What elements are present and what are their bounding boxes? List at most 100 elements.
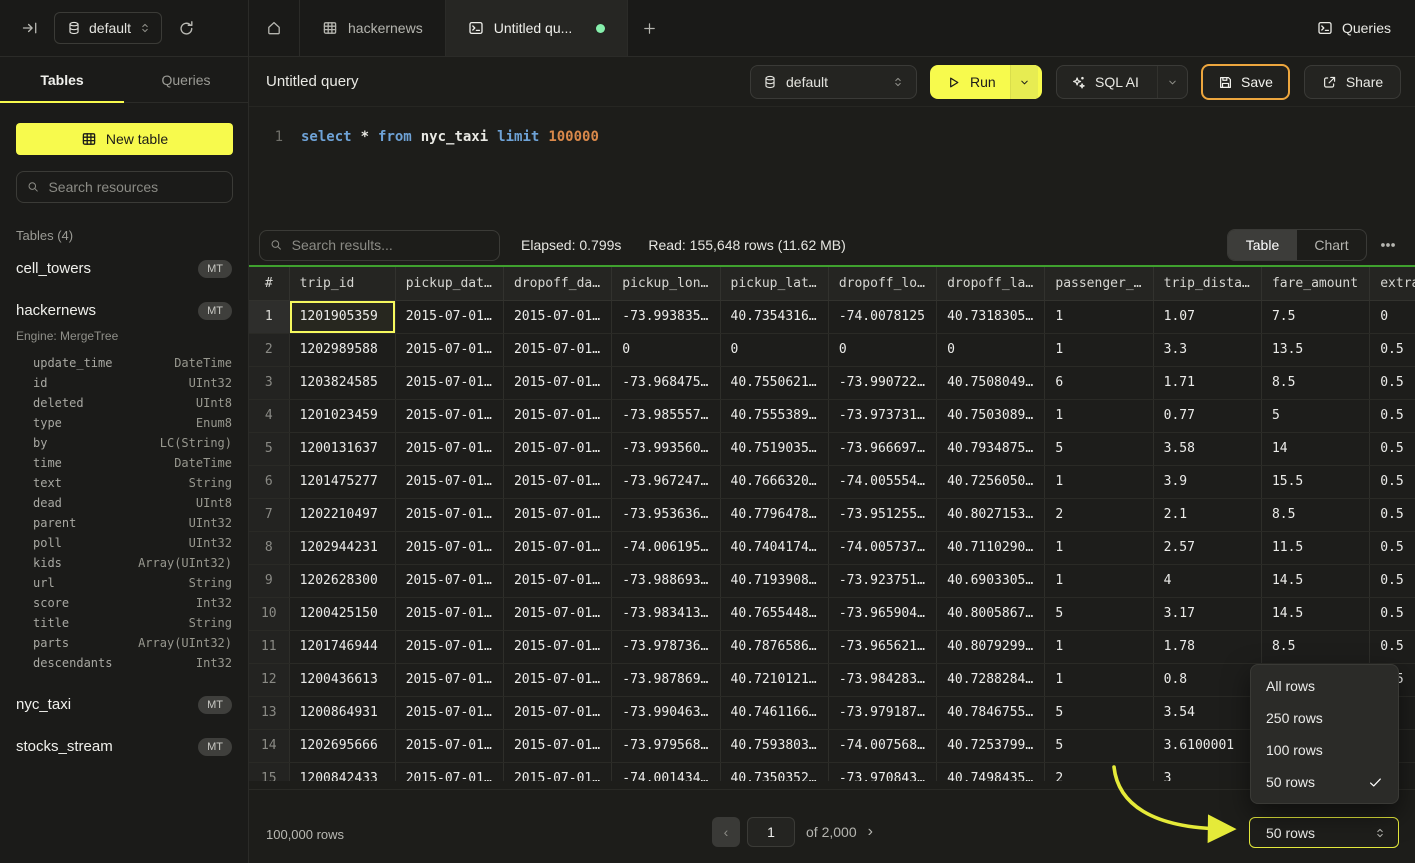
table-cell[interactable]: -73.968475… — [612, 366, 720, 399]
table-cell[interactable]: 40.7796478… — [720, 498, 828, 531]
table-cell[interactable]: 3.17 — [1153, 597, 1261, 630]
table-cell[interactable]: 0 — [720, 333, 828, 366]
table-cell[interactable]: 2015-07-01… — [395, 333, 503, 366]
table-cell[interactable]: 1.71 — [1153, 366, 1261, 399]
table-cell[interactable]: -73.990463… — [612, 696, 720, 729]
row-number[interactable]: 1 — [249, 300, 289, 333]
table-cell[interactable]: 0 — [1370, 300, 1415, 333]
table-cell[interactable]: -73.967247… — [612, 465, 720, 498]
table-cell[interactable]: 8.5 — [1261, 630, 1369, 663]
column-header[interactable]: pickup_lat… — [720, 267, 828, 300]
queries-button[interactable]: Queries — [1293, 0, 1415, 56]
table-cell[interactable]: -73.988693… — [612, 564, 720, 597]
table-cell[interactable]: 40.7934875… — [937, 432, 1045, 465]
table-cell[interactable]: -73.993835… — [612, 300, 720, 333]
new-table-button[interactable]: New table — [16, 123, 233, 155]
table-cell[interactable]: 14 — [1261, 432, 1369, 465]
table-cell[interactable]: 5 — [1045, 696, 1153, 729]
view-toggle-table[interactable]: Table — [1228, 230, 1297, 260]
refresh-button[interactable] — [174, 16, 199, 41]
table-cell[interactable]: 5 — [1261, 399, 1369, 432]
row-number[interactable]: 2 — [249, 333, 289, 366]
table-cell[interactable]: 3 — [1153, 762, 1261, 781]
table-cell[interactable]: 40.7508049… — [937, 366, 1045, 399]
table-cell[interactable]: 11.5 — [1261, 531, 1369, 564]
sql-ai-caret[interactable] — [1157, 66, 1187, 98]
table-cell[interactable]: 0.5 — [1370, 498, 1415, 531]
table-cell[interactable]: 40.6903305… — [937, 564, 1045, 597]
table-cell[interactable]: 1202989588 — [289, 333, 395, 366]
collapse-sidebar-button[interactable] — [18, 16, 42, 40]
table-cell[interactable]: 40.8027153… — [937, 498, 1045, 531]
table-cell[interactable]: 0.5 — [1370, 333, 1415, 366]
table-cell[interactable]: 2015-07-01… — [503, 498, 611, 531]
table-cell[interactable]: 0 — [612, 333, 720, 366]
table-cell[interactable]: 1 — [1045, 333, 1153, 366]
table-cell[interactable]: 1200131637 — [289, 432, 395, 465]
table-cell[interactable]: 1 — [1045, 630, 1153, 663]
row-number[interactable]: 14 — [249, 729, 289, 762]
table-cell[interactable]: -73.979568… — [612, 729, 720, 762]
page-number-input[interactable] — [747, 817, 795, 847]
table-cell[interactable]: 2015-07-01… — [395, 465, 503, 498]
table-cell[interactable]: 2015-07-01… — [395, 399, 503, 432]
view-toggle-chart[interactable]: Chart — [1297, 230, 1366, 260]
column-header[interactable]: dropoff_lo… — [828, 267, 936, 300]
search-results-input[interactable] — [292, 237, 489, 253]
table-cell[interactable]: 2015-07-01… — [395, 432, 503, 465]
table-cell[interactable]: 2015-07-01… — [503, 663, 611, 696]
table-cell[interactable]: 2.1 — [1153, 498, 1261, 531]
table-cell[interactable]: 2015-07-01… — [503, 564, 611, 597]
table-cell[interactable]: 0.5 — [1370, 531, 1415, 564]
run-options-caret[interactable] — [1010, 65, 1038, 99]
tab-home[interactable] — [249, 0, 300, 56]
table-cell[interactable]: 2015-07-01… — [503, 630, 611, 663]
table-cell[interactable]: -74.007568… — [828, 729, 936, 762]
table-cell[interactable]: 1201023459 — [289, 399, 395, 432]
table-cell[interactable]: 2015-07-01… — [395, 366, 503, 399]
row-number[interactable]: 15 — [249, 762, 289, 781]
column-header[interactable]: extra — [1370, 267, 1415, 300]
table-cell[interactable]: 2015-07-01… — [503, 399, 611, 432]
table-cell[interactable]: 2015-07-01… — [503, 696, 611, 729]
table-cell[interactable]: 1.78 — [1153, 630, 1261, 663]
column-header[interactable]: passenger_… — [1045, 267, 1153, 300]
table-cell[interactable]: -73.978736… — [612, 630, 720, 663]
table-cell[interactable]: 40.8005867… — [937, 597, 1045, 630]
row-number[interactable]: 3 — [249, 366, 289, 399]
table-cell[interactable]: -73.983413… — [612, 597, 720, 630]
table-cell[interactable]: 3.9 — [1153, 465, 1261, 498]
table-cell[interactable]: 2.57 — [1153, 531, 1261, 564]
table-cell[interactable]: 8.5 — [1261, 366, 1369, 399]
table-cell[interactable]: -74.0078125 — [828, 300, 936, 333]
table-cell[interactable]: 2015-07-01… — [503, 465, 611, 498]
table-cell[interactable]: 40.7253799… — [937, 729, 1045, 762]
table-cell[interactable]: -73.923751… — [828, 564, 936, 597]
table-cell[interactable]: 1 — [1045, 531, 1153, 564]
table-cell[interactable]: 40.7318305… — [937, 300, 1045, 333]
table-cell[interactable]: 0 — [828, 333, 936, 366]
table-cell[interactable]: 2015-07-01… — [503, 432, 611, 465]
table-cell[interactable]: -73.973731… — [828, 399, 936, 432]
table-cell[interactable]: 1202944231 — [289, 531, 395, 564]
table-cell[interactable]: 2015-07-01… — [395, 564, 503, 597]
sql-ai-button[interactable]: SQL AI — [1056, 65, 1188, 99]
table-cell[interactable]: -73.987869… — [612, 663, 720, 696]
row-number[interactable]: 8 — [249, 531, 289, 564]
table-cell[interactable]: 0.77 — [1153, 399, 1261, 432]
table-cell[interactable]: -73.990722… — [828, 366, 936, 399]
table-cell[interactable]: 5 — [1045, 432, 1153, 465]
column-header[interactable]: trip_id — [289, 267, 395, 300]
table-cell[interactable]: 40.7354316… — [720, 300, 828, 333]
row-number[interactable]: 10 — [249, 597, 289, 630]
table-cell[interactable]: 2015-07-01… — [395, 762, 503, 781]
table-cell[interactable]: 5 — [1045, 729, 1153, 762]
sidebar-tab-queries[interactable]: Queries — [124, 57, 248, 102]
table-cell[interactable]: 2015-07-01… — [503, 729, 611, 762]
sql-editor[interactable]: 1 select * from nyc_taxi limit 100000 — [249, 107, 1415, 225]
menu-item-100-rows[interactable]: 100 rows — [1251, 734, 1398, 766]
table-cell[interactable]: 40.7288284… — [937, 663, 1045, 696]
column-header[interactable]: trip_dista… — [1153, 267, 1261, 300]
table-cell[interactable]: 40.7350352… — [720, 762, 828, 781]
table-cell[interactable]: 40.7519035… — [720, 432, 828, 465]
